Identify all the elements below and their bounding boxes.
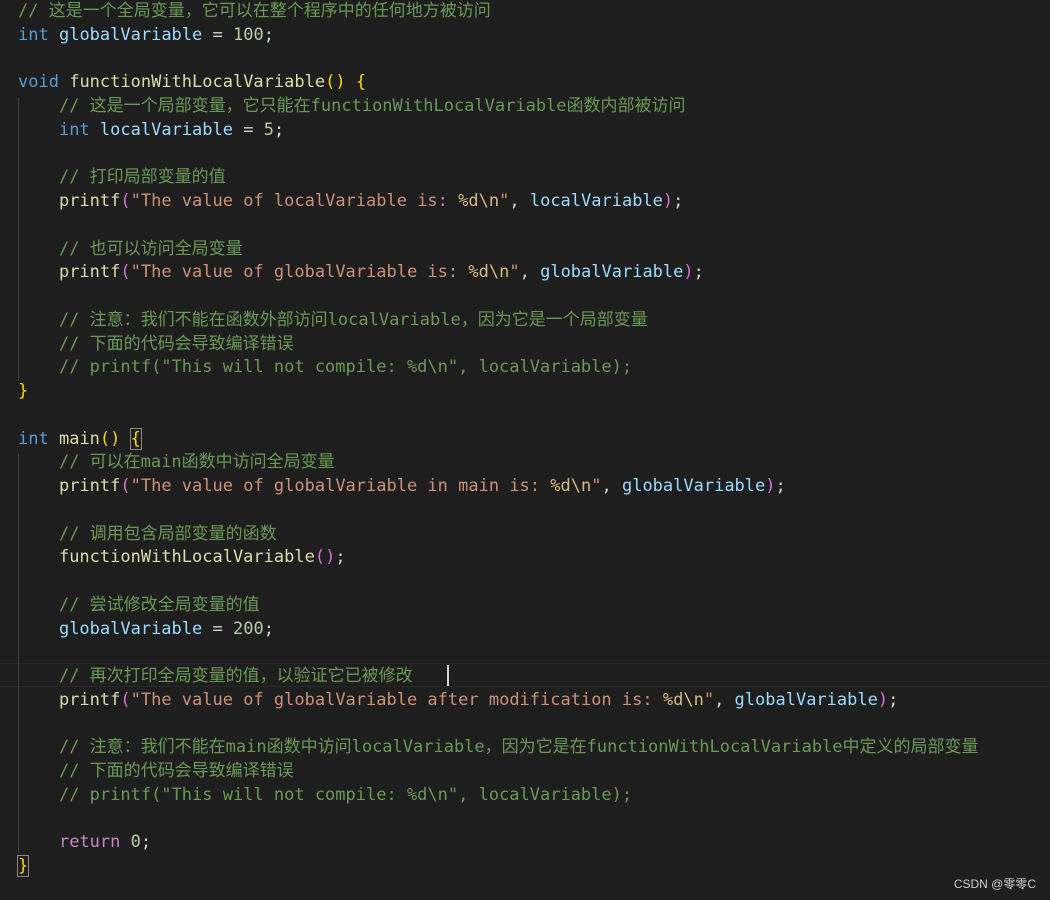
code-line: // 再次打印全局变量的值，以验证它已被修改	[58, 666, 413, 686]
code-line: printf("The value of globalVariable is: …	[58, 262, 704, 282]
code-line: // 这是一个全局变量，它可以在整个程序中的任何地方被访问	[18, 1, 491, 21]
code-line: printf("The value of globalVariable in m…	[58, 476, 786, 496]
code-line: printf("The value of localVariable is: %…	[58, 191, 684, 211]
code-line: int globalVariable = 100;	[18, 25, 274, 45]
code-line: // 这是一个局部变量，它只能在functionWithLocalVariabl…	[58, 96, 686, 116]
code-line: }	[16, 855, 30, 877]
code-line: // 下面的代码会导致编译错误	[58, 761, 294, 781]
code-line: // 可以在main函数中访问全局变量	[58, 452, 335, 472]
code-editor[interactable]: // 这是一个全局变量，它可以在整个程序中的任何地方被访问 int globalV…	[0, 0, 1050, 900]
code-line: // 也可以访问全局变量	[58, 239, 243, 259]
code-line: int localVariable = 5;	[58, 120, 285, 140]
code-line: // 尝试修改全局变量的值	[58, 595, 260, 615]
code-line: // 调用包含局部变量的函数	[58, 524, 277, 544]
code-line: globalVariable = 200;	[58, 619, 274, 639]
code-line: // printf("This will not compile: %d\n",…	[58, 357, 633, 377]
text-cursor	[447, 665, 449, 686]
code-line: return 0;	[58, 832, 152, 852]
code-line: functionWithLocalVariable();	[58, 547, 346, 567]
code-line: void functionWithLocalVariable() {	[18, 72, 367, 92]
code-line: // 打印局部变量的值	[58, 167, 226, 187]
code-line: // 注意：我们不能在函数外部访问localVariable，因为它是一个局部变…	[58, 310, 648, 330]
code-line: // 下面的代码会导致编译错误	[58, 334, 294, 354]
code-line: int main() {	[18, 428, 142, 450]
code-line: // printf("This will not compile: %d\n",…	[58, 785, 633, 805]
watermark: CSDN @零零C	[953, 877, 1036, 891]
code-line: printf("The value of globalVariable afte…	[58, 690, 899, 710]
code-line: }	[18, 381, 29, 401]
code-line: // 注意：我们不能在main函数中访问localVariable，因为它是在f…	[58, 737, 979, 757]
